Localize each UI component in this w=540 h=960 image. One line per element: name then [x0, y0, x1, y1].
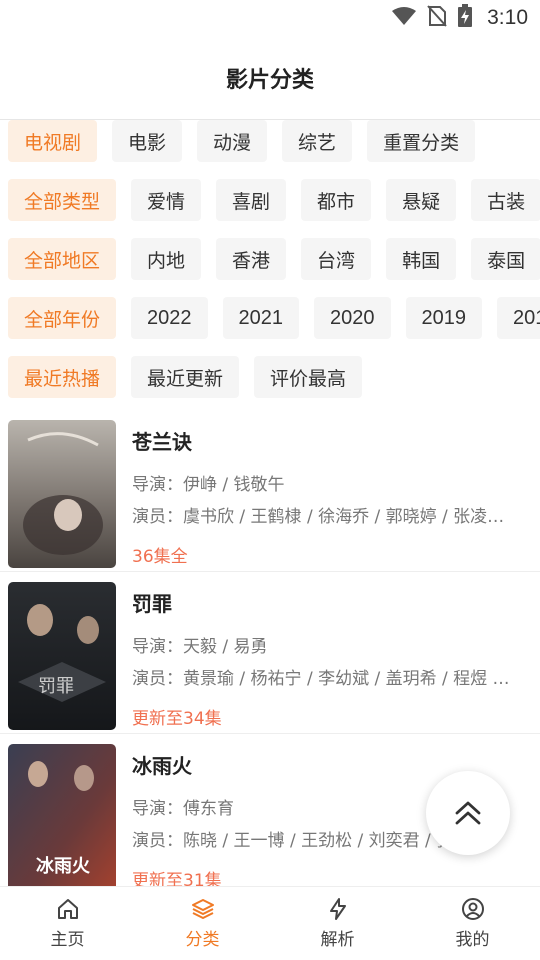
layers-icon — [191, 899, 214, 919]
tab-profile[interactable]: 我的 — [405, 887, 540, 960]
sort-chip-top-rated[interactable]: 评价最高 — [254, 356, 363, 398]
filter-chip-all-regions[interactable]: 全部地区 — [8, 238, 117, 280]
filter-panel: 电视剧 电影 动漫 综艺 重置分类 全部类型 爱情 喜剧 都市 悬疑 古装 全部… — [0, 120, 540, 410]
item-title: 苍兰诀 — [132, 430, 192, 454]
status-bar: 3:10 — [0, 0, 540, 36]
bottom-tab-bar: 主页 分类 解析 我的 — [0, 886, 540, 960]
filter-chip-variety[interactable]: 综艺 — [282, 120, 353, 162]
scroll-to-top-button[interactable] — [426, 771, 510, 855]
tab-label: 分类 — [185, 930, 220, 950]
tab-home[interactable]: 主页 — [0, 887, 135, 960]
double-chevron-up-icon — [455, 801, 481, 825]
user-icon — [461, 898, 484, 920]
filter-chip-all-genres[interactable]: 全部类型 — [8, 179, 117, 221]
filter-chip-thailand[interactable]: 泰国 — [471, 238, 540, 280]
filter-chip-2018[interactable]: 2018 — [497, 297, 540, 339]
sort-chip-trending[interactable]: 最近热播 — [8, 356, 117, 398]
filter-chip-mainland[interactable]: 内地 — [131, 238, 202, 280]
wifi-icon — [391, 6, 417, 30]
filter-row-year: 全部年份 2022 2021 2020 2019 2018 — [8, 297, 540, 341]
poster-image — [8, 420, 116, 568]
item-title: 罚罪 — [132, 592, 172, 616]
item-episode-status: 36集全 — [132, 547, 188, 567]
lightning-icon — [329, 898, 346, 920]
page-title: 影片分类 — [225, 67, 314, 93]
header: 影片分类 — [0, 36, 540, 120]
filter-row-category: 电视剧 电影 动漫 综艺 重置分类 — [8, 120, 476, 164]
reset-filter-button[interactable]: 重置分类 — [367, 120, 476, 162]
filter-chip-2022[interactable]: 2022 — [131, 297, 208, 339]
item-episode-status: 更新至31集 — [132, 871, 222, 886]
poster-image: 冰雨火 — [8, 744, 116, 886]
filter-chip-urban[interactable]: 都市 — [301, 179, 372, 221]
item-title: 冰雨火 — [132, 754, 192, 778]
home-icon — [57, 899, 78, 919]
item-director: 导演：伊峥 / 钱敬午 — [132, 475, 285, 495]
item-director: 导演：天毅 / 易勇 — [132, 637, 268, 657]
filter-chip-hongkong[interactable]: 香港 — [216, 238, 287, 280]
filter-chip-comedy[interactable]: 喜剧 — [216, 179, 287, 221]
item-actors: 演员：黄景瑜 / 杨祐宁 / 李幼斌 / 盖玥希 / 程煜 / 张峻宁 — [132, 669, 512, 689]
filter-chip-taiwan[interactable]: 台湾 — [301, 238, 372, 280]
list-item[interactable]: 罚罪 罚罪 导演：天毅 / 易勇 演员：黄景瑜 / 杨祐宁 / 李幼斌 / 盖玥… — [0, 572, 540, 734]
tab-category[interactable]: 分类 — [135, 887, 270, 960]
filter-row-genre: 全部类型 爱情 喜剧 都市 悬疑 古装 — [8, 179, 540, 223]
filter-chip-2019[interactable]: 2019 — [405, 297, 483, 339]
tab-label: 解析 — [320, 930, 355, 950]
sort-chip-latest[interactable]: 最近更新 — [131, 356, 240, 398]
filter-chip-anime[interactable]: 动漫 — [197, 120, 268, 162]
filter-chip-2020[interactable]: 2020 — [314, 297, 391, 339]
tab-parse[interactable]: 解析 — [270, 887, 405, 960]
svg-text:罚罪: 罚罪 — [38, 676, 74, 697]
filter-row-sort: 最近热播 最近更新 评价最高 — [8, 356, 363, 400]
list-item[interactable]: 苍兰诀 导演：伊峥 / 钱敬午 演员：虞书欣 / 王鹤棣 / 徐海乔 / 郭晓婷… — [0, 410, 540, 572]
filter-chip-all-years[interactable]: 全部年份 — [8, 297, 117, 339]
filter-chip-2021[interactable]: 2021 — [222, 297, 300, 339]
item-actors: 演员：虞书欣 / 王鹤棣 / 徐海乔 / 郭晓婷 / 张凌赫 / 赵露思 — [132, 507, 512, 527]
filter-chip-mystery[interactable]: 悬疑 — [386, 179, 457, 221]
filter-row-region: 全部地区 内地 香港 台湾 韩国 泰国 — [8, 238, 540, 282]
no-sim-icon — [427, 5, 447, 31]
filter-chip-tv[interactable]: 电视剧 — [8, 120, 98, 162]
filter-chip-costume[interactable]: 古装 — [471, 179, 540, 221]
filter-chip-movie[interactable]: 电影 — [112, 120, 183, 162]
svg-text:冰雨火: 冰雨火 — [36, 855, 91, 877]
filter-chip-korea[interactable]: 韩国 — [386, 238, 457, 280]
filter-chip-romance[interactable]: 爱情 — [131, 179, 202, 221]
status-time: 3:10 — [487, 6, 528, 29]
item-episode-status: 更新至34集 — [132, 709, 222, 729]
tab-label: 主页 — [50, 930, 85, 950]
poster-image: 罚罪 — [8, 582, 116, 730]
battery-charging-icon — [457, 4, 473, 32]
tab-label: 我的 — [455, 930, 490, 950]
